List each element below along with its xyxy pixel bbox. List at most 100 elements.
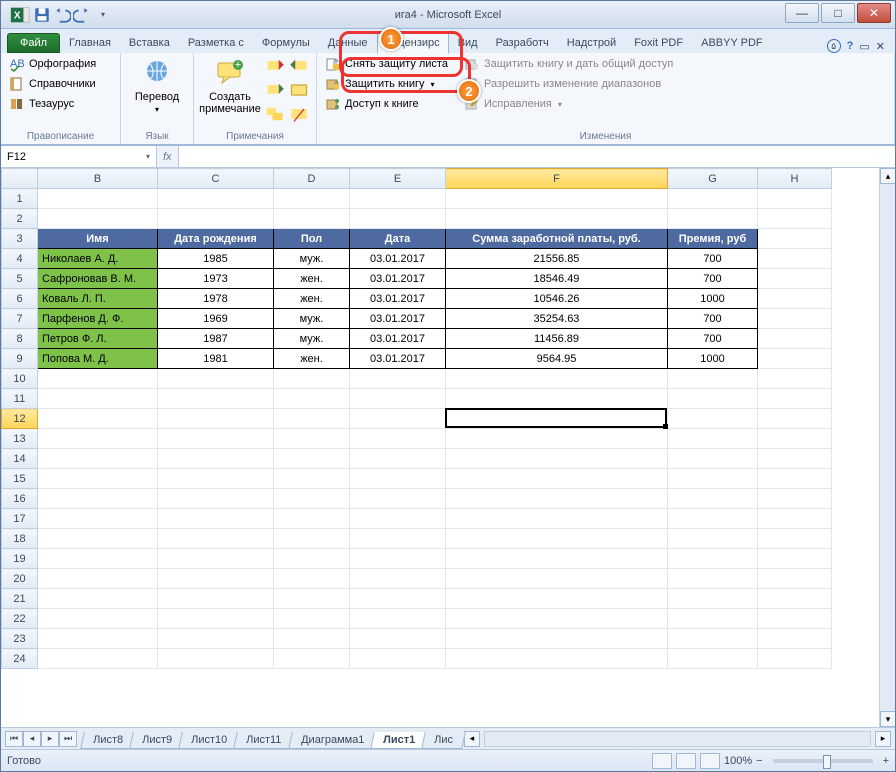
column-header[interactable]: E bbox=[350, 169, 446, 189]
cell[interactable] bbox=[668, 549, 758, 569]
cell[interactable] bbox=[758, 529, 832, 549]
cell[interactable]: 1978 bbox=[158, 289, 274, 309]
ribbon-tab[interactable]: Foxit PDF bbox=[625, 32, 692, 53]
cell[interactable]: 1981 bbox=[158, 349, 274, 369]
cell[interactable] bbox=[274, 369, 350, 389]
view-pagebreak-icon[interactable] bbox=[700, 753, 720, 769]
cell[interactable] bbox=[668, 449, 758, 469]
cell[interactable] bbox=[158, 409, 274, 429]
cell[interactable] bbox=[758, 629, 832, 649]
protect-share-button[interactable]: Защитить книгу и дать общий доступ bbox=[462, 55, 675, 73]
scroll-up-icon[interactable]: ▴ bbox=[880, 168, 895, 184]
cell[interactable] bbox=[274, 449, 350, 469]
cell[interactable] bbox=[758, 369, 832, 389]
cell[interactable] bbox=[668, 469, 758, 489]
cell[interactable] bbox=[668, 609, 758, 629]
undo-icon[interactable] bbox=[53, 6, 71, 24]
cell[interactable] bbox=[38, 389, 158, 409]
cell[interactable]: 03.01.2017 bbox=[350, 249, 446, 269]
tab-nav-next-icon[interactable]: ▸ bbox=[41, 731, 59, 747]
cell[interactable] bbox=[668, 409, 758, 429]
allow-ranges-button[interactable]: Разрешить изменение диапазонов bbox=[462, 75, 675, 93]
grid[interactable]: BCDEFGH123ИмяДата рожденияПолДатаСумма з… bbox=[1, 168, 895, 727]
protect-workbook-button[interactable]: Защитить книгу▾ bbox=[323, 75, 450, 93]
cell[interactable]: 700 bbox=[668, 269, 758, 289]
cell[interactable] bbox=[350, 549, 446, 569]
cell[interactable]: Петров Ф. Л. bbox=[38, 329, 158, 349]
cell[interactable] bbox=[158, 509, 274, 529]
redo-icon[interactable] bbox=[73, 6, 91, 24]
cell[interactable]: 03.01.2017 bbox=[350, 309, 446, 329]
cell[interactable] bbox=[158, 369, 274, 389]
cell[interactable]: 1000 bbox=[668, 349, 758, 369]
ribbon-tab[interactable]: Разработч bbox=[487, 32, 558, 53]
cell[interactable] bbox=[758, 409, 832, 429]
cell[interactable] bbox=[274, 569, 350, 589]
scroll-right-icon[interactable]: ▸ bbox=[875, 731, 891, 747]
share-workbook-button[interactable]: Доступ к книге bbox=[323, 95, 450, 113]
cell[interactable] bbox=[668, 589, 758, 609]
cell[interactable] bbox=[758, 569, 832, 589]
cell[interactable] bbox=[446, 609, 668, 629]
scroll-down-icon[interactable]: ▾ bbox=[880, 711, 895, 727]
cell[interactable]: Имя bbox=[38, 229, 158, 249]
cell[interactable] bbox=[38, 409, 158, 429]
tab-nav-prev-icon[interactable]: ◂ bbox=[23, 731, 41, 747]
cell[interactable] bbox=[38, 549, 158, 569]
research-button[interactable]: Справочники bbox=[7, 75, 98, 93]
cell[interactable]: жен. bbox=[274, 289, 350, 309]
cell[interactable] bbox=[758, 509, 832, 529]
cell[interactable] bbox=[158, 649, 274, 669]
cell[interactable]: 9564.95 bbox=[446, 349, 668, 369]
maximize-button[interactable]: □ bbox=[821, 3, 855, 23]
view-normal-icon[interactable] bbox=[652, 753, 672, 769]
cell[interactable]: муж. bbox=[274, 249, 350, 269]
cell[interactable] bbox=[758, 469, 832, 489]
cell[interactable]: жен. bbox=[274, 269, 350, 289]
cell[interactable] bbox=[158, 189, 274, 209]
scroll-left-icon[interactable]: ◂ bbox=[464, 731, 480, 747]
zoom-out-icon[interactable]: − bbox=[756, 755, 762, 767]
cell[interactable] bbox=[446, 189, 668, 209]
cell[interactable]: Парфенов Д. Ф. bbox=[38, 309, 158, 329]
cell[interactable] bbox=[274, 389, 350, 409]
column-header[interactable]: G bbox=[668, 169, 758, 189]
sheet-tab[interactable]: Лист8 bbox=[80, 732, 136, 749]
prev-comment-icon[interactable] bbox=[288, 55, 310, 77]
cell[interactable] bbox=[158, 549, 274, 569]
cell[interactable]: Сафроновав В. М. bbox=[38, 269, 158, 289]
row-header[interactable]: 14 bbox=[2, 449, 38, 469]
cell[interactable] bbox=[668, 209, 758, 229]
ribbon-tab[interactable]: Данные bbox=[319, 32, 377, 53]
sheet-tab[interactable]: Лист9 bbox=[129, 732, 185, 749]
cell[interactable] bbox=[274, 429, 350, 449]
cell[interactable] bbox=[158, 449, 274, 469]
row-header[interactable]: 5 bbox=[2, 269, 38, 289]
zoom-slider[interactable] bbox=[773, 759, 873, 763]
cell[interactable]: жен. bbox=[274, 349, 350, 369]
row-header[interactable]: 2 bbox=[2, 209, 38, 229]
cell[interactable] bbox=[446, 209, 668, 229]
cell[interactable] bbox=[446, 389, 668, 409]
row-header[interactable]: 16 bbox=[2, 489, 38, 509]
cell[interactable] bbox=[158, 609, 274, 629]
cell[interactable] bbox=[668, 569, 758, 589]
cell[interactable]: 03.01.2017 bbox=[350, 329, 446, 349]
row-header[interactable]: 18 bbox=[2, 529, 38, 549]
cell[interactable] bbox=[446, 449, 668, 469]
cell[interactable] bbox=[274, 209, 350, 229]
cell[interactable] bbox=[38, 569, 158, 589]
cell[interactable]: Николаев А. Д. bbox=[38, 249, 158, 269]
cell[interactable] bbox=[350, 189, 446, 209]
cell[interactable] bbox=[446, 409, 668, 429]
cell[interactable]: 700 bbox=[668, 309, 758, 329]
formula-input[interactable] bbox=[179, 146, 895, 167]
cell[interactable] bbox=[758, 589, 832, 609]
row-header[interactable]: 20 bbox=[2, 569, 38, 589]
cell[interactable] bbox=[668, 509, 758, 529]
cell[interactable]: Коваль Л. П. bbox=[38, 289, 158, 309]
close-button[interactable]: ✕ bbox=[857, 3, 891, 23]
cell[interactable] bbox=[350, 529, 446, 549]
row-header[interactable]: 11 bbox=[2, 389, 38, 409]
cell[interactable]: 35254.63 bbox=[446, 309, 668, 329]
